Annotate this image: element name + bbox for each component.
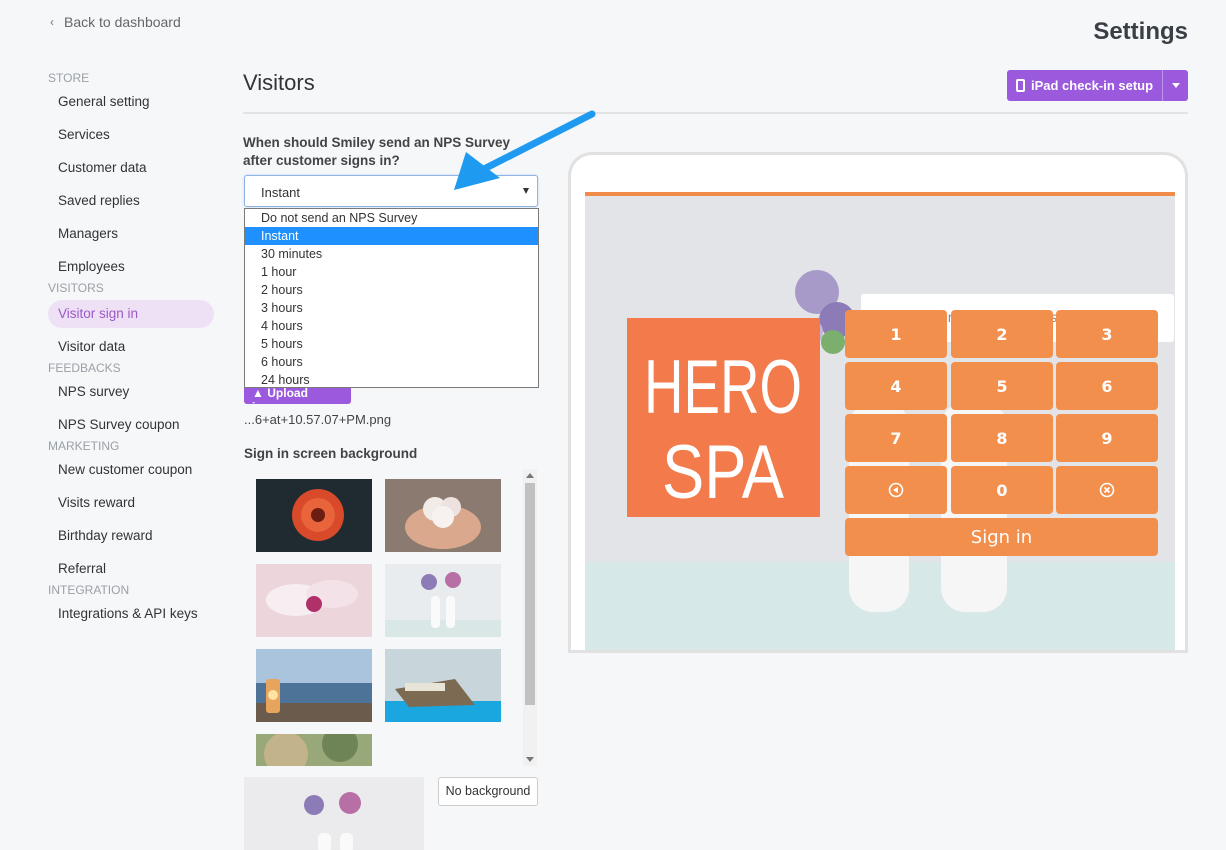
option-1-hour[interactable]: 1 hour <box>245 263 538 281</box>
option-3-hours[interactable]: 3 hours <box>245 299 538 317</box>
sidebar-section-marketing: MARKETING <box>48 439 120 453</box>
sidebar-item-birthday-reward[interactable]: Birthday reward <box>48 522 214 555</box>
keypad-key-2[interactable]: 2 <box>951 310 1053 358</box>
scroll-down-icon[interactable] <box>526 757 534 762</box>
gallery-scrollbar[interactable] <box>523 469 537 766</box>
ipad-setup-main[interactable]: iPad check-in setup <box>1007 70 1162 101</box>
option-24-hours[interactable]: 24 hours <box>245 371 538 389</box>
back-link-label: Back to dashboard <box>64 14 181 30</box>
sidebar-item-employees[interactable]: Employees <box>48 253 214 280</box>
selected-background-preview <box>244 777 424 850</box>
tablet-icon <box>1015 79 1025 92</box>
header-divider <box>243 112 1188 114</box>
sidebar-item-visitor-sign-in[interactable]: Visitor sign in <box>48 300 214 328</box>
caret-down-icon <box>1171 83 1180 88</box>
option-instant[interactable]: Instant <box>245 227 538 245</box>
sidebar-item-referral[interactable]: Referral <box>48 555 214 582</box>
sidebar-item-nps-survey-coupon[interactable]: NPS Survey coupon <box>48 411 214 438</box>
option-30-minutes[interactable]: 30 minutes <box>245 245 538 263</box>
sidebar-section-visitors: VISITORS <box>48 281 104 295</box>
sidebar-item-new-customer-coupon[interactable]: New customer coupon <box>48 456 214 489</box>
option-do-not-send[interactable]: Do not send an NPS Survey <box>245 209 538 227</box>
ipad-setup-dropdown-toggle[interactable] <box>1162 70 1188 101</box>
logo-line-2: SPA <box>662 430 784 515</box>
backspace-icon <box>888 482 904 498</box>
uploaded-file-name: ...6+at+10.57.07+PM.png <box>244 412 392 427</box>
sidebar-item-integrations-api-keys[interactable]: Integrations & API keys <box>48 600 214 633</box>
background-gallery <box>244 469 539 766</box>
ipad-preview-frame: HERO SPA Enter phone number to sign in 1… <box>568 152 1188 652</box>
sidebar-section-store: STORE <box>48 71 90 85</box>
keypad-key-8[interactable]: 8 <box>951 414 1053 462</box>
hero-spa-logo: HERO SPA <box>627 318 820 517</box>
section-title: Visitors <box>243 70 315 95</box>
preview-top-accent-bar <box>585 192 1175 196</box>
keypad-key-1[interactable]: 1 <box>845 310 947 358</box>
no-background-button[interactable]: No background <box>438 777 538 806</box>
sidebar-section-feedbacks: FEEDBACKS <box>48 361 121 375</box>
background-thumbnail-magnolia[interactable] <box>256 564 372 637</box>
keypad-key-0[interactable]: 0 <box>951 466 1053 514</box>
sidebar-item-services[interactable]: Services <box>48 121 214 154</box>
keypad-key-9[interactable]: 9 <box>1056 414 1158 462</box>
nps-timing-dropdown: Do not send an NPS Survey Instant 30 min… <box>244 208 539 388</box>
sidebar-item-managers[interactable]: Managers <box>48 220 214 253</box>
page-heading: Settings <box>1093 18 1188 45</box>
option-5-hours[interactable]: 5 hours <box>245 335 538 353</box>
ipad-preview-bottom-edge <box>568 650 1188 653</box>
keypad-key-6[interactable]: 6 <box>1056 362 1158 410</box>
sidebar-item-customer-data[interactable]: Customer data <box>48 154 214 187</box>
option-6-hours[interactable]: 6 hours <box>245 353 538 371</box>
background-thumbnail-pool-lounger[interactable] <box>385 649 501 722</box>
keypad-back-button[interactable] <box>845 466 947 514</box>
background-thumbnail-garden-blur[interactable] <box>256 734 372 766</box>
sidebar: STORE General setting Services Customer … <box>48 70 214 633</box>
keypad-key-5[interactable]: 5 <box>951 362 1053 410</box>
background-thumbnail-vases-hydrangea[interactable] <box>385 564 501 637</box>
nps-timing-value: Instant <box>261 185 301 200</box>
chevron-left-icon: ‹ <box>50 15 54 29</box>
keypad-key-3[interactable]: 3 <box>1056 310 1158 358</box>
ipad-check-in-setup-button[interactable]: iPad check-in setup <box>1007 70 1188 101</box>
background-thumbnail-lantern-sea[interactable] <box>256 649 372 722</box>
option-4-hours[interactable]: 4 hours <box>245 317 538 335</box>
sign-in-button[interactable]: Sign in <box>845 518 1158 556</box>
sidebar-item-general-setting[interactable]: General setting <box>48 88 214 121</box>
sidebar-item-saved-replies[interactable]: Saved replies <box>48 187 214 220</box>
option-2-hours[interactable]: 2 hours <box>245 281 538 299</box>
ipad-preview-screen: HERO SPA Enter phone number to sign in 1… <box>585 192 1175 652</box>
background-thumbnail-red-flower[interactable] <box>256 479 372 552</box>
annotation-arrow <box>454 110 596 190</box>
background-thumbnail-hands-blossoms[interactable] <box>385 479 501 552</box>
back-to-dashboard-link[interactable]: ‹ Back to dashboard <box>50 14 181 30</box>
background-section-title: Sign in screen background <box>244 446 418 461</box>
sidebar-item-visits-reward[interactable]: Visits reward <box>48 489 214 522</box>
logo-line-1: HERO <box>644 345 802 430</box>
clear-icon <box>1099 482 1115 498</box>
keypad-key-4[interactable]: 4 <box>845 362 947 410</box>
gallery-scrollbar-thumb[interactable] <box>525 483 535 705</box>
keypad-clear-button[interactable] <box>1056 466 1158 514</box>
scroll-up-icon[interactable] <box>526 473 534 478</box>
sidebar-item-visitor-data[interactable]: Visitor data <box>48 333 214 360</box>
keypad-key-7[interactable]: 7 <box>845 414 947 462</box>
sidebar-item-nps-survey[interactable]: NPS survey <box>48 378 214 411</box>
ipad-setup-label: iPad check-in setup <box>1030 78 1154 93</box>
sidebar-section-integration: INTEGRATION <box>48 583 130 597</box>
